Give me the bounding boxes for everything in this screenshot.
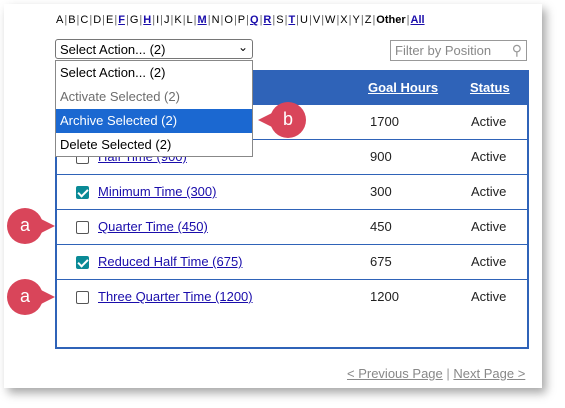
dropdown-option[interactable]: Select Action... (2) [56,61,252,85]
alphabet-letter-b: B [68,14,76,26]
status-cell: Active [471,184,507,199]
alphabet-letter-a: A [56,14,64,26]
status-cell: Active [471,219,507,234]
filter-input[interactable]: Filter by Position ⚲ [390,40,527,61]
alphabet-letter-q[interactable]: Q [250,14,259,26]
action-dropdown-menu: Select Action... (2) Activate Selected (2… [55,60,253,157]
status-cell: Active [471,114,507,129]
callout-a-2: a [7,279,55,315]
status-cell: Active [471,149,507,164]
next-page-link[interactable]: Next Page > [453,366,525,381]
row-checkbox[interactable] [76,291,89,304]
pagination: < Previous Page | Next Page > [347,366,525,381]
filter-placeholder: Filter by Position [395,43,492,58]
alphabet-letter-f[interactable]: F [118,14,125,26]
status-cell: Active [471,289,507,304]
alphabet-letter-u: U [300,14,308,26]
alphabet-letter-t[interactable]: T [288,14,295,26]
alphabet-letter-w: W [325,14,336,26]
row-checkbox[interactable] [76,256,89,269]
action-select-value: Select Action... (2) [60,42,166,57]
alphabet-letter-r[interactable]: R [263,14,271,26]
status-cell: Active [471,254,507,269]
position-link[interactable]: Quarter Time (450) [98,219,208,234]
table-row: Minimum Time (300) 300 Active [57,174,527,208]
alphabet-letter-m[interactable]: M [198,14,207,26]
row-checkbox[interactable] [76,186,89,199]
alphabet-letter-d: D [93,14,102,26]
alphabet-letter-h[interactable]: H [143,14,151,26]
alphabet-letter-n: N [211,14,220,26]
position-link[interactable]: Minimum Time (300) [98,184,216,199]
row-checkbox[interactable] [76,221,89,234]
alphabet-letter-e: E [106,14,114,26]
alphabet-letter-x: X [340,14,348,26]
previous-page-link[interactable]: < Previous Page [347,366,443,381]
alphabet-letter-v: V [312,14,321,26]
pager-separator: | [446,366,450,381]
alphabet-letter-k: K [174,14,182,26]
goal-hours-cell: 675 [370,254,392,269]
callout-b-label: b [282,109,293,129]
status-header[interactable]: Status [470,80,510,95]
alphabet-letter-s: S [276,14,284,26]
position-link[interactable]: Three Quarter Time (1200) [98,289,253,304]
goal-hours-cell: 450 [370,219,392,234]
alphabet-letter-p: P [237,14,246,26]
search-icon: ⚲ [511,42,522,58]
alphabet-filter: A|B|C|D|E|F|G|H|I|J|K|L|M|N|O|P|Q|R|S|T|… [56,14,425,26]
goal-hours-cell: 1200 [370,289,399,304]
dropdown-option[interactable]: Archive Selected (2) [56,109,252,133]
callout-b: b [258,102,306,138]
goal-hours-cell: 300 [370,184,392,199]
callout-a-1: a [7,208,55,244]
alphabet-letter-other: Other [376,14,406,26]
goal-hours-cell: 900 [370,149,392,164]
alphabet-letter-y: Y [352,14,360,26]
alphabet-letter-c: C [80,14,89,26]
position-link[interactable]: Reduced Half Time (675) [98,254,243,269]
action-select[interactable]: Select Action... (2) ⌄ [55,39,253,59]
callout-a-1-label: a [19,215,30,235]
callout-a-2-label: a [19,286,30,306]
alphabet-letter-all[interactable]: All [411,14,425,26]
alphabet-letter-o: O [224,14,233,26]
table-row: Three Quarter Time (1200) 1200 Active [57,279,527,313]
table-row: Reduced Half Time (675) 675 Active [57,244,527,278]
alphabet-letter-g: G [129,14,139,26]
chevron-down-icon: ⌄ [237,40,248,54]
alphabet-letter-z: Z [364,14,372,26]
goal-hours-header[interactable]: Goal Hours [368,80,438,95]
table-row: Quarter Time (450) 450 Active [57,209,527,243]
goal-hours-cell: 1700 [370,114,399,129]
dropdown-option: Activate Selected (2) [60,89,180,104]
dropdown-option[interactable]: Delete Selected (2) [56,133,252,157]
